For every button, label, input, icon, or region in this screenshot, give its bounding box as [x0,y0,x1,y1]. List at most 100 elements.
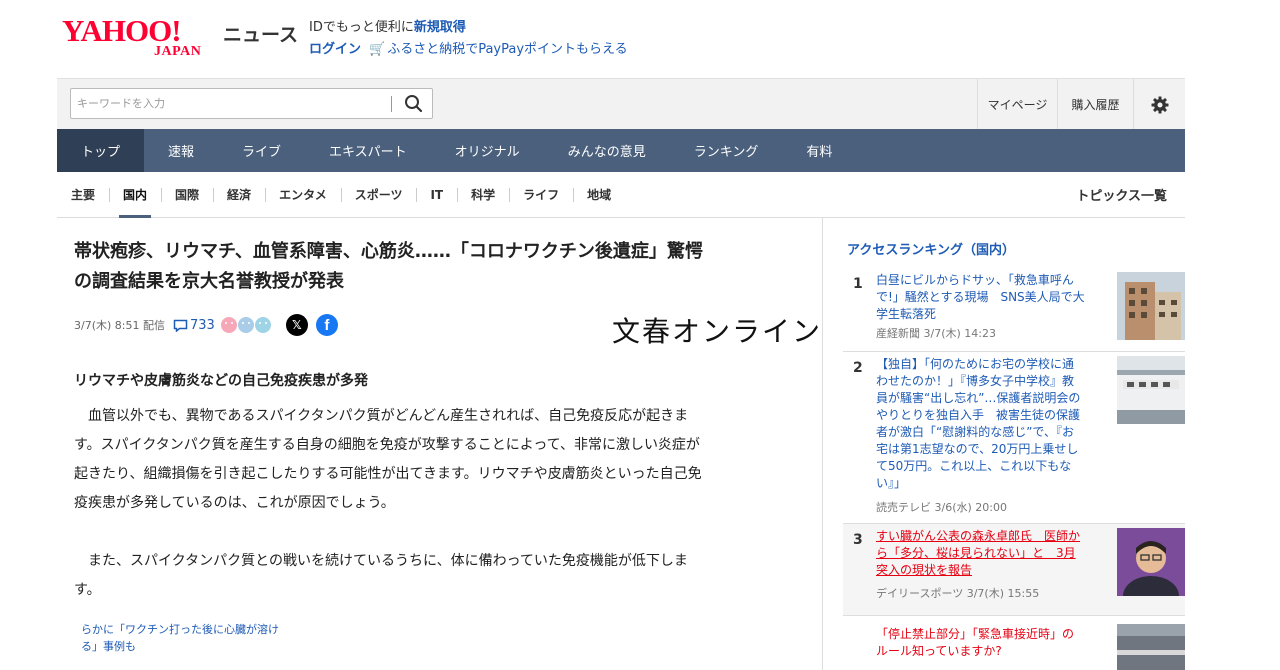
mypage-link[interactable]: マイページ [977,79,1057,130]
ranking-item-4[interactable]: 「停止禁止部分」「緊急車接近時」の ルール知っていますか? [843,616,1185,670]
article-date: 3/7(木) 8:51 配信 [74,319,165,332]
ranking-source: 産経新聞 3/7(木) 14:23 [876,327,996,340]
title-line: 「停止禁止部分」「緊急車接近時」の [876,627,1075,641]
nav-expert[interactable]: エキスパート [305,129,431,172]
title-line: やりとりを独自入手 被害生徒の保護 [876,408,1081,422]
article-paragraph: また、スパイクタンパク質との戦いを続けているうちに、体に備わっていた免疫機能が低… [74,547,804,605]
main-nav: トップ 速報 ライブ エキスパート オリジナル みんなの意見 ランキング 有料 [57,129,1185,172]
title-line: 白昼にビルからドサッ、「救急車呼ん [876,273,1074,287]
ranking-source: 読売テレビ 3/6(水) 20:00 [876,501,1007,514]
body-line: 起きたり、組織損傷を引き起こしたりする可能性が出てきます。リウマチや皮膚筋炎とい… [74,466,702,482]
title-line: すい臓がん公表の森永卓郎氏 医師か [876,529,1081,543]
category-it[interactable]: IT [416,172,457,218]
article-body: 血管以外でも、異物であるスパイクタンパク質がどんどん産生されれば、自己免疫反応が… [74,402,804,605]
category-nav: 主要 国内 国際 経済 エンタメ スポーツ IT 科学 ライフ 地域 トピックス… [57,172,1185,218]
title-line: 突入の現状を報告 [876,563,973,577]
title-line: 学生転落死 [876,307,937,321]
publisher-logo[interactable]: 文春オンライン [612,310,822,350]
related-line: る」事例も [81,640,136,653]
article-subheading: リウマチや皮膚筋炎などの自己免疫疾患が多発 [74,373,368,389]
search-button[interactable] [403,93,425,115]
related-line: らかに「ワクチン打った後に心臓が溶け [81,623,279,636]
category-sports[interactable]: スポーツ [340,172,417,218]
search-box [70,88,433,119]
body-line: す。スパイクタンパク質を産生する自身の細胞を免疫が攻撃することによって、非常に激… [74,437,700,453]
title-line: で!」騒然とする現場 SNS美人局で大 [876,290,1085,304]
building-thumbnail [1117,272,1185,340]
reaction-face-icon[interactable] [237,317,254,333]
ranking-number: 2 [853,360,863,376]
site-header: YAHOO! JAPAN ニュース IDでもっと便利に新規取得 ログイン 🛒 ふるさ… [57,0,1185,78]
nav-paid[interactable]: 有料 [782,129,856,172]
ranking-item-1[interactable]: 1 白昼にビルからドサッ、「救急車呼ん で!」騒然とする現場 SNS美人局で大 … [843,268,1185,352]
body-line: 疫疾患が多発しているのは、これが原因でしょう。 [74,495,395,511]
reaction-face-icon[interactable] [254,317,271,333]
settings-button[interactable] [1133,79,1185,130]
x-share-icon[interactable]: 𝕏 [285,314,308,336]
category-science[interactable]: 科学 [457,172,509,218]
category-main[interactable]: 主要 [57,172,109,218]
ranking-item-2[interactable]: 2 【独自】「何のためにお宅の学校に通 わせたのか！」『博多女子中学校』教 員が… [843,352,1185,524]
article-meta: 3/7(木) 8:51 配信 733 𝕏 f [74,314,338,336]
title-line: い』」 [876,476,907,490]
logo-main: YAHOO! [62,13,182,48]
category-economy[interactable]: 経済 [213,172,265,218]
nav-opinion[interactable]: みんなの意見 [544,129,670,172]
comment-count: 733 [189,317,215,333]
ranking-title[interactable]: アクセスランキング（国内） [847,239,1015,258]
title-line: 員が騒害“出し忘れ”…保護者説明会の [876,391,1081,405]
category-local[interactable]: 地域 [573,172,625,218]
category-world[interactable]: 国際 [161,172,213,218]
title-line: 宅は第1志望なので、20万円上乗せし [876,442,1079,456]
title-line: ルール知っていますか? [876,644,1002,658]
title-line: ら「多分、桜は見られない」と 3月 [876,546,1076,560]
reaction-face-icon[interactable] [220,317,237,333]
id-promo-text: IDでもっと便利に [309,20,414,35]
access-ranking: アクセスランキング（国内） 1 白昼にビルからドサッ、「救急車呼ん で!」騒然と… [843,218,1185,670]
ranking-source: デイリースポーツ 3/7(木) 15:55 [876,587,1040,600]
header-links: IDでもっと便利に新規取得 ログイン 🛒 ふるさと納税でPayPayポイントもらえる [309,17,628,61]
comment-icon [173,319,188,332]
ranking-item-title: 白昼にビルからドサッ、「救急車呼ん で!」騒然とする現場 SNS美人局で大 学生… [876,272,1099,323]
ranking-item-3[interactable]: 3 すい臓がん公表の森永卓郎氏 医師か ら「多分、桜は見られない」と 3月 突入… [843,524,1185,616]
facebook-share-icon[interactable]: f [315,314,338,336]
body-line: す。 [74,582,101,598]
news-logo-text[interactable]: ニュース [223,20,298,47]
body-line: 血管以外でも、異物であるスパイクタンパク質がどんどん産生されれば、自己免疫反応が… [88,408,689,424]
yahoo-japan-logo[interactable]: YAHOO! JAPAN [62,14,222,64]
related-article-link[interactable]: らかに「ワクチン打った後に心臓が溶け る」事例も [81,621,311,655]
page: YAHOO! JAPAN ニュース IDでもっと便利に新規取得 ログイン 🛒 ふるさ… [57,0,1185,670]
category-life[interactable]: ライフ [509,172,573,218]
article: 帯状疱疹、リウマチ、血管系障害、心筋炎……「コロナワクチン後遺症」驚愕 の調査結… [57,218,823,670]
title-line: 者が激白「“慰謝料的な感じ”で、『お [876,425,1074,439]
category-entertainment[interactable]: エンタメ [265,172,341,218]
purchase-history-link[interactable]: 購入履歴 [1057,79,1133,130]
article-title-line: の調査結果を京大名誉教授が発表 [74,271,344,292]
furusato-label: ふるさと納税でPayPayポイントもらえる [387,42,628,57]
article-paragraph: 血管以外でも、異物であるスパイクタンパク質がどんどん産生されれば、自己免疫反応が… [74,402,804,518]
road-thumbnail [1117,624,1185,670]
nav-live[interactable]: ライブ [218,129,305,172]
nav-breaking[interactable]: 速報 [144,129,218,172]
furusato-link[interactable]: 🛒 ふるさと納税でPayPayポイントもらえる [369,42,628,57]
topics-list-link[interactable]: トピックス一覧 [1076,185,1185,204]
ranking-number: 1 [853,276,863,292]
nav-top[interactable]: トップ [57,129,145,172]
nav-ranking[interactable]: ランキング [670,129,783,172]
ranking-item-title: 「停止禁止部分」「緊急車接近時」の ルール知っていますか? [876,626,1099,660]
nav-original[interactable]: オリジナル [431,129,544,172]
title-line: 【独自】「何のためにお宅の学校に通 [876,357,1075,371]
body-line: また、スパイクタンパク質との戦いを続けているうちに、体に備わっていた免疫機能が低… [88,553,688,569]
login-link[interactable]: ログイン [309,42,361,57]
register-link[interactable]: 新規取得 [414,20,466,35]
search-bar: マイページ 購入履歴 [57,78,1185,130]
title-line: て50万円。これ以上、これ以下もな [876,459,1072,473]
search-icon [405,95,423,113]
article-title: 帯状疱疹、リウマチ、血管系障害、心筋炎……「コロナワクチン後遺症」驚愕 の調査結… [74,237,814,297]
gear-icon [1151,96,1168,113]
search-input[interactable] [71,89,381,118]
search-divider [391,96,392,112]
comments-link[interactable]: 733 [173,318,215,333]
title-line: わせたのか！」『博多女子中学校』教 [876,374,1075,388]
category-domestic[interactable]: 国内 [109,172,161,218]
